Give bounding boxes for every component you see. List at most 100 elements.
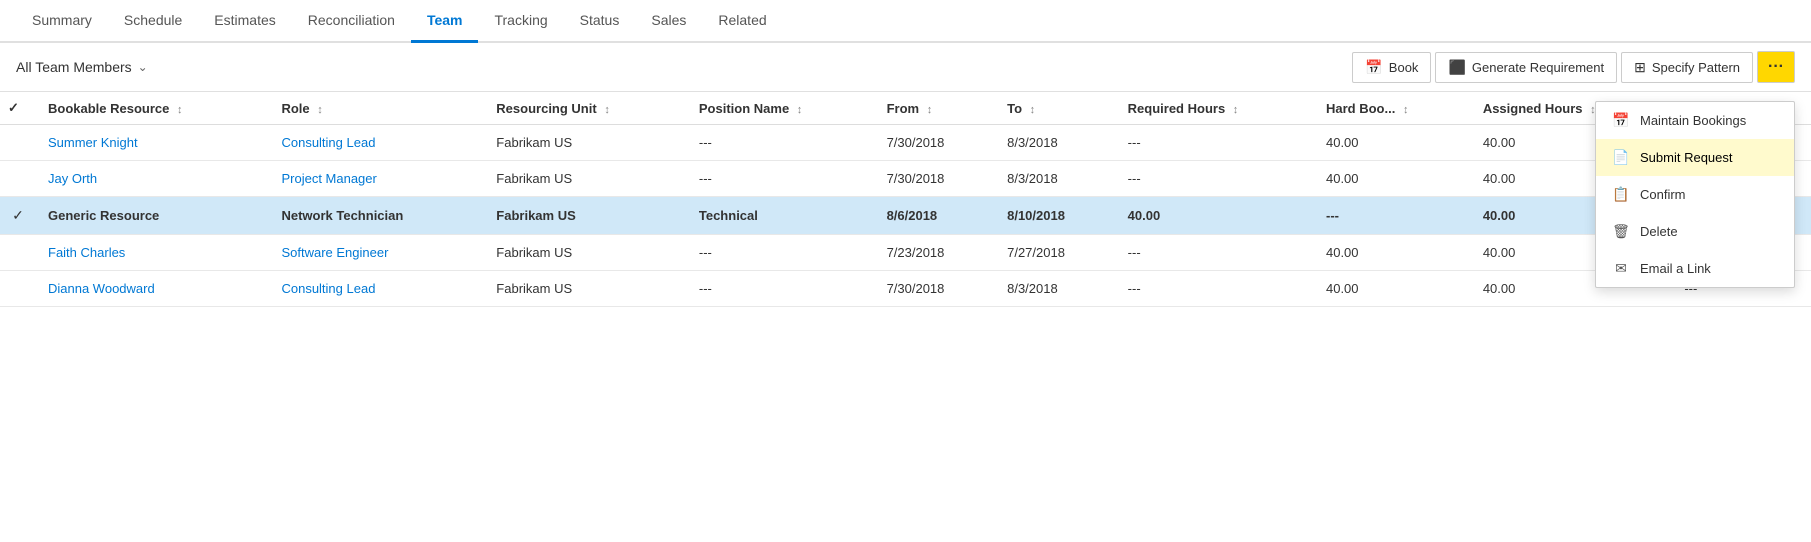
tab-related[interactable]: Related: [702, 0, 782, 43]
position-cell: ---: [687, 161, 875, 197]
tab-sales[interactable]: Sales: [635, 0, 702, 43]
row-checkbox[interactable]: [0, 125, 36, 161]
to-cell: 8/3/2018: [995, 125, 1116, 161]
dropdown-submit-request[interactable]: 📄 Submit Request: [1596, 139, 1794, 176]
col-resourcing-unit[interactable]: Resourcing Unit ↕: [484, 92, 687, 125]
table-header-row: ✓ Bookable Resource ↕ Role ↕ Resourcing …: [0, 92, 1811, 125]
calendar-icon: 📅: [1365, 59, 1382, 76]
email-icon: ✉: [1612, 260, 1630, 277]
table-row: Faith CharlesSoftware EngineerFabrikam U…: [0, 235, 1811, 271]
team-table: ✓ Bookable Resource ↕ Role ↕ Resourcing …: [0, 92, 1811, 307]
sort-icon-to: ↕: [1030, 104, 1036, 116]
col-to[interactable]: To ↕: [995, 92, 1116, 125]
delete-icon: 🗑: [1612, 223, 1630, 240]
unit-cell: Fabrikam US: [484, 125, 687, 161]
col-to-label: To: [1007, 101, 1022, 116]
dropdown-delete[interactable]: 🗑 Delete: [1596, 213, 1794, 250]
row-checkbox[interactable]: [0, 271, 36, 307]
tab-reconciliation[interactable]: Reconciliation: [292, 0, 411, 43]
table-row: Jay OrthProject ManagerFabrikam US---7/3…: [0, 161, 1811, 197]
col-bookable-resource[interactable]: Bookable Resource ↕: [36, 92, 269, 125]
document-icon: 📄: [1612, 149, 1630, 166]
unit-cell: Fabrikam US: [484, 235, 687, 271]
col-required-label: Required Hours: [1128, 101, 1226, 116]
resource-cell[interactable]: Faith Charles: [36, 235, 269, 271]
tab-summary[interactable]: Summary: [16, 0, 108, 43]
toolbar-right: 📅 Book ⬛ Generate Requirement ⊞ Specify …: [1352, 51, 1795, 83]
col-required-hours[interactable]: Required Hours ↕: [1116, 92, 1314, 125]
dropdown-confirm-label: Confirm: [1640, 187, 1686, 202]
table-row: Dianna WoodwardConsulting LeadFabrikam U…: [0, 271, 1811, 307]
col-assigned-label: Assigned Hours: [1483, 101, 1583, 116]
team-filter-label: All Team Members: [16, 59, 132, 75]
check-icon: ✓: [12, 207, 24, 223]
required-cell: ---: [1116, 235, 1314, 271]
generate-label: Generate Requirement: [1472, 60, 1604, 75]
book-button[interactable]: 📅 Book: [1352, 52, 1431, 83]
book-label: Book: [1389, 60, 1419, 75]
role-cell[interactable]: Consulting Lead: [269, 125, 484, 161]
unit-cell: Fabrikam US: [484, 197, 687, 235]
col-bookable-resource-label: Bookable Resource: [48, 101, 169, 116]
hardboo-cell: 40.00: [1314, 271, 1471, 307]
sort-icon-hardboo: ↕: [1403, 104, 1409, 116]
calendar-icon: 📅: [1612, 112, 1630, 129]
from-cell: 7/30/2018: [875, 271, 996, 307]
from-cell: 7/30/2018: [875, 161, 996, 197]
from-cell: 7/23/2018: [875, 235, 996, 271]
generate-requirement-button[interactable]: ⬛ Generate Requirement: [1435, 52, 1617, 83]
tab-team[interactable]: Team: [411, 0, 479, 43]
table-body: Summer KnightConsulting LeadFabrikam US-…: [0, 125, 1811, 307]
hardboo-cell: ---: [1314, 197, 1471, 235]
col-role[interactable]: Role ↕: [269, 92, 484, 125]
team-filter-dropdown[interactable]: All Team Members ⌄: [16, 59, 148, 75]
dropdown-submit-label: Submit Request: [1640, 150, 1733, 165]
role-cell[interactable]: Software Engineer: [269, 235, 484, 271]
unit-cell: Fabrikam US: [484, 161, 687, 197]
required-cell: ---: [1116, 161, 1314, 197]
role-cell[interactable]: Consulting Lead: [269, 271, 484, 307]
dropdown-delete-label: Delete: [1640, 224, 1678, 239]
dropdown-maintain-bookings[interactable]: 📅 Maintain Bookings: [1596, 102, 1794, 139]
col-from[interactable]: From ↕: [875, 92, 996, 125]
position-cell: Technical: [687, 197, 875, 235]
specify-pattern-button[interactable]: ⊞ Specify Pattern: [1621, 52, 1753, 83]
to-cell: 8/10/2018: [995, 197, 1116, 235]
col-position-name[interactable]: Position Name ↕: [687, 92, 875, 125]
to-cell: 8/3/2018: [995, 271, 1116, 307]
col-position-label: Position Name: [699, 101, 789, 116]
tab-status[interactable]: Status: [564, 0, 636, 43]
hardboo-cell: 40.00: [1314, 235, 1471, 271]
resource-cell[interactable]: Summer Knight: [36, 125, 269, 161]
table-container: ✓ Bookable Resource ↕ Role ↕ Resourcing …: [0, 92, 1811, 307]
col-role-label: Role: [281, 101, 309, 116]
row-checkbox[interactable]: ✓: [0, 197, 36, 235]
from-cell: 7/30/2018: [875, 125, 996, 161]
dropdown-email-label: Email a Link: [1640, 261, 1711, 276]
grid-icon: ⊞: [1634, 59, 1646, 76]
dropdown-confirm[interactable]: 📋 Confirm: [1596, 176, 1794, 213]
to-cell: 7/27/2018: [995, 235, 1116, 271]
dropdown-menu: 📅 Maintain Bookings 📄 Submit Request 📋 C…: [1595, 101, 1795, 288]
to-cell: 8/3/2018: [995, 161, 1116, 197]
role-cell[interactable]: Project Manager: [269, 161, 484, 197]
col-hard-boo[interactable]: Hard Boo... ↕: [1314, 92, 1471, 125]
row-checkbox[interactable]: [0, 235, 36, 271]
resource-cell[interactable]: Dianna Woodward: [36, 271, 269, 307]
resource-cell[interactable]: Jay Orth: [36, 161, 269, 197]
confirm-icon: 📋: [1612, 186, 1630, 203]
select-all-checkbox[interactable]: ✓: [0, 92, 36, 125]
sort-icon-position: ↕: [797, 104, 803, 116]
position-cell: ---: [687, 235, 875, 271]
dropdown-email-link[interactable]: ✉ Email a Link: [1596, 250, 1794, 287]
row-checkbox[interactable]: [0, 161, 36, 197]
tab-estimates[interactable]: Estimates: [198, 0, 291, 43]
table-row: Summer KnightConsulting LeadFabrikam US-…: [0, 125, 1811, 161]
col-unit-label: Resourcing Unit: [496, 101, 596, 116]
sort-icon-resource: ↕: [177, 104, 183, 116]
more-options-button[interactable]: ···: [1757, 51, 1795, 83]
resource-cell[interactable]: Generic Resource: [36, 197, 269, 235]
tab-schedule[interactable]: Schedule: [108, 0, 198, 43]
tab-tracking[interactable]: Tracking: [478, 0, 563, 43]
position-cell: ---: [687, 271, 875, 307]
